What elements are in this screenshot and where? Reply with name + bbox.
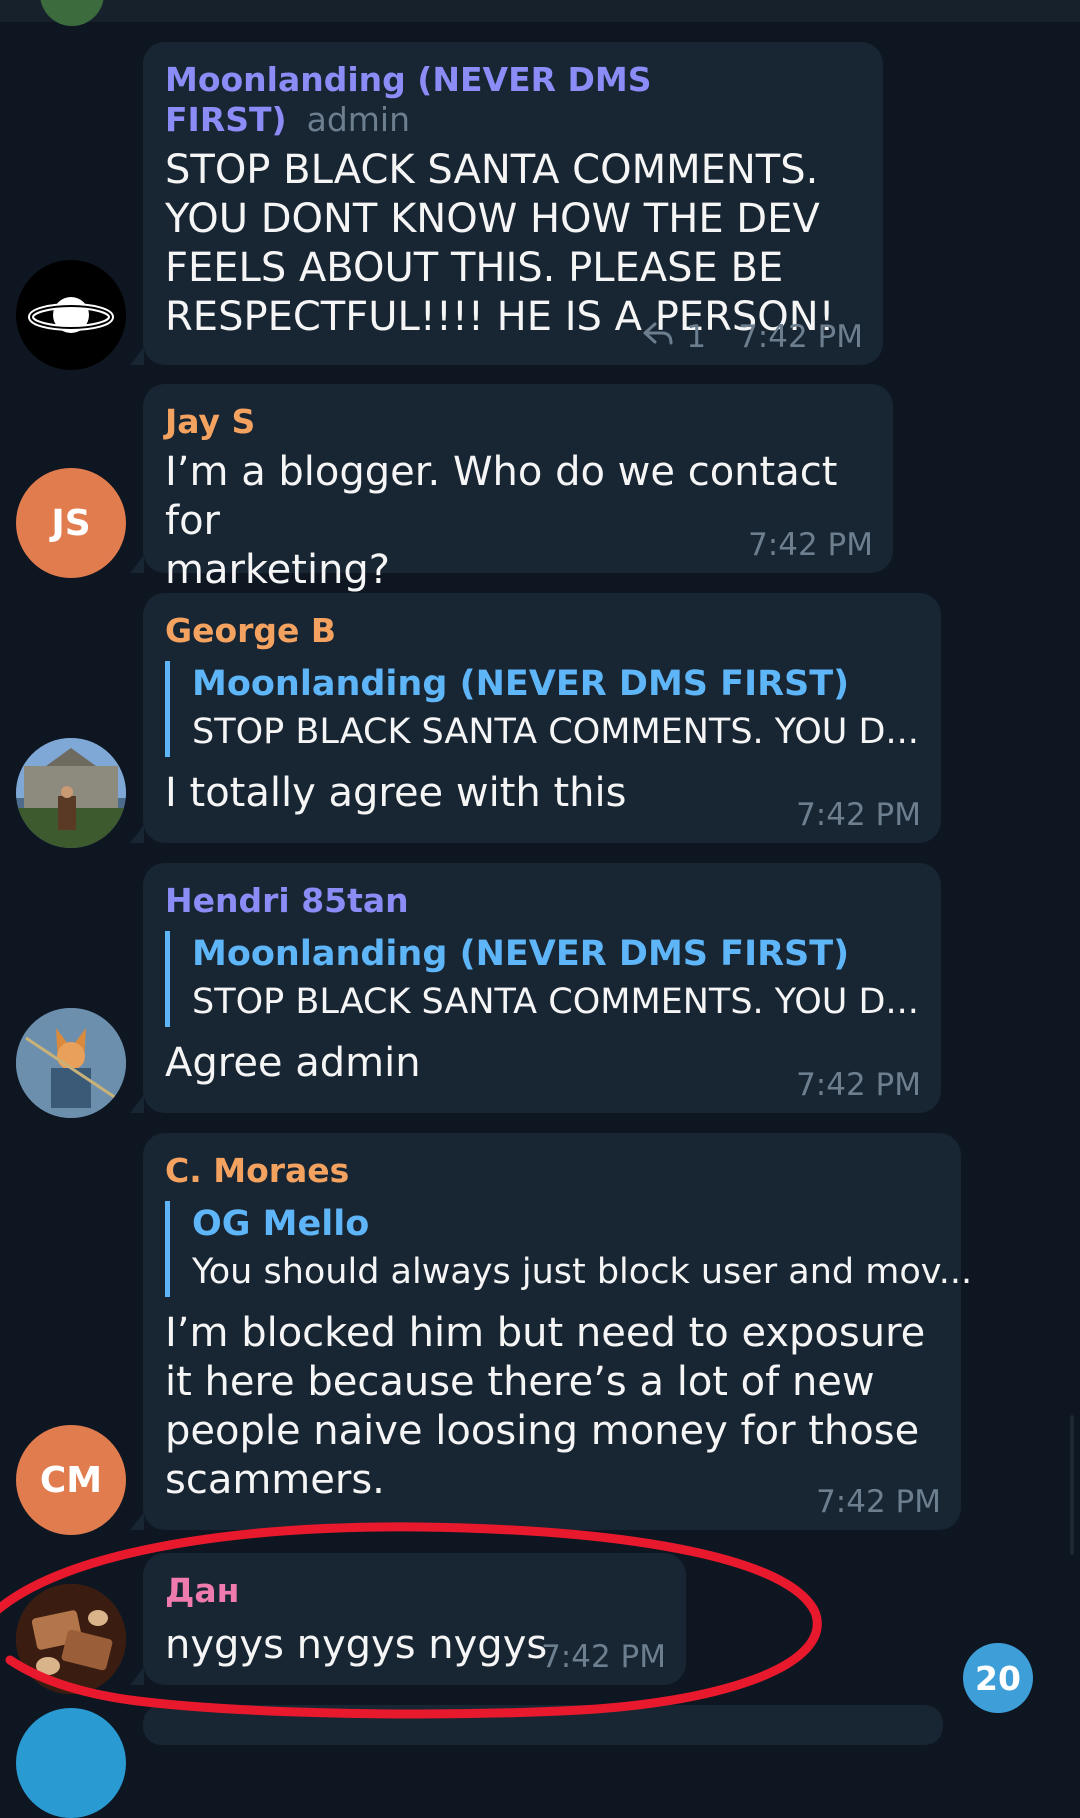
avatar-jay-s[interactable]: JS (16, 468, 126, 578)
message-meta: 7:42 PM (796, 797, 921, 833)
avatar-dan[interactable] (16, 1584, 126, 1694)
avatar-initials: CM (39, 1459, 103, 1501)
message-text: I’m a blogger. Who do we contact for mar… (165, 449, 838, 593)
message-time: 7:42 PM (738, 319, 863, 355)
reply-author: Moonlanding (NEVER DMS FIRST) (192, 934, 850, 974)
admin-badge: admin (306, 100, 410, 139)
reply-preview[interactable]: Moonlanding (NEVER DMS FIRST) STOP BLACK… (165, 931, 919, 1027)
message-time: 7:42 PM (796, 1067, 921, 1103)
avatar-hendri[interactable] (16, 1008, 126, 1118)
reply-preview[interactable]: OG Mello You should always just block us… (165, 1201, 973, 1297)
bubble-tail (130, 825, 144, 843)
message-meta: 7:42 PM (748, 527, 873, 563)
bubble-tail (130, 1512, 144, 1530)
sender-name[interactable]: George B (165, 611, 919, 651)
bubble-tail (130, 555, 144, 573)
bubble-tail (130, 1667, 144, 1685)
message-bubble-moonlanding[interactable]: Moonlanding (NEVER DMS FIRST) admin STOP … (130, 42, 883, 365)
message-time: 7:42 PM (816, 1484, 941, 1520)
message-time: 7:42 PM (541, 1639, 666, 1675)
replies-count[interactable]: 1 (686, 319, 706, 355)
sender-name[interactable]: Hendri 85tan (165, 881, 919, 921)
avatar-george-b[interactable] (16, 738, 126, 848)
message-bubble-jay-s[interactable]: Jay S I’m a blogger. Who do we contact f… (130, 384, 893, 593)
unread-count: 20 (975, 1658, 1021, 1698)
avatar-c-moraes[interactable]: CM (16, 1425, 126, 1535)
sender-name[interactable]: C. Moraes (165, 1151, 939, 1191)
reply-author: Moonlanding (NEVER DMS FIRST) (192, 664, 850, 704)
saturn-logo-icon (28, 297, 114, 333)
sender-name[interactable]: Jay S (165, 402, 871, 442)
partial-avatar[interactable] (40, 0, 104, 26)
reply-text: STOP BLACK SANTA COMMENTS. YOU D... (192, 982, 919, 1022)
message-bubble-dan[interactable]: Дан nygys nygys nygys 7:42 PM (130, 1553, 686, 1685)
message-meta: 7:42 PM (541, 1639, 666, 1675)
message-meta: 7:42 PM (816, 1484, 941, 1520)
message-meta: 1 7:42 PM (642, 319, 863, 355)
message-time: 7:42 PM (748, 527, 873, 563)
scrollbar[interactable] (1070, 1415, 1074, 1555)
avatar-initials: JS (51, 502, 91, 544)
reply-author: OG Mello (192, 1204, 370, 1244)
bubble-tail (130, 1095, 144, 1113)
bubble-tail (130, 347, 144, 365)
reply-text: You should always just block user and mo… (192, 1252, 973, 1292)
reply-preview[interactable]: Moonlanding (NEVER DMS FIRST) STOP BLACK… (165, 661, 919, 757)
next-message-bubble[interactable] (143, 1705, 943, 1745)
top-bar (0, 0, 1080, 22)
message-text: I’m blocked him but need to exposure it … (165, 1310, 926, 1503)
sender-name[interactable]: Дан (165, 1571, 664, 1611)
reply-text: STOP BLACK SANTA COMMENTS. YOU D... (192, 712, 919, 752)
reply-arrow-icon[interactable] (642, 319, 674, 355)
message-text: STOP BLACK SANTA COMMENTS. YOU DONT KNOW… (165, 147, 835, 340)
chocolate-photo-icon (16, 1584, 126, 1694)
next-message-avatar[interactable] (16, 1708, 126, 1818)
message-bubble-george-b[interactable]: George B Moonlanding (NEVER DMS FIRST) S… (130, 593, 941, 843)
message-meta: 7:42 PM (796, 1067, 921, 1103)
unread-count-badge[interactable]: 20 (963, 1643, 1033, 1713)
message-bubble-hendri[interactable]: Hendri 85tan Moonlanding (NEVER DMS FIRS… (130, 863, 941, 1113)
fox-archer-photo-icon (16, 1008, 126, 1118)
message-bubble-c-moraes[interactable]: C. Moraes OG Mello You should always jus… (130, 1133, 973, 1530)
message-time: 7:42 PM (796, 797, 921, 833)
avatar-moonlanding[interactable] (16, 260, 126, 370)
building-photo-icon (16, 738, 126, 848)
sender-name[interactable]: Moonlanding (NEVER DMS FIRST) admin (165, 60, 861, 140)
